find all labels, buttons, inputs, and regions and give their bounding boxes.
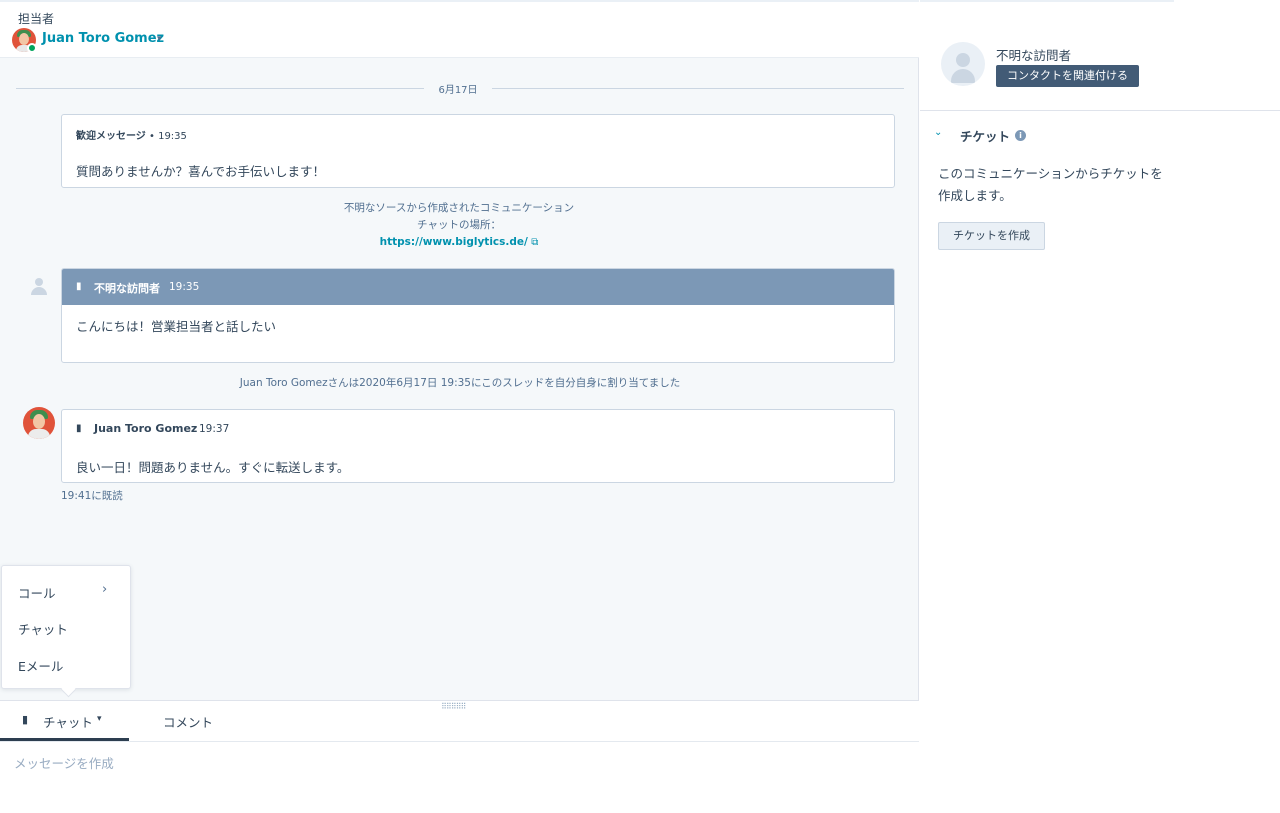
contact-name: 不明な訪問者 (996, 48, 1072, 63)
info-icon[interactable]: i (1015, 130, 1026, 141)
agent-message: ▮ Juan Toro Gomez 19:37 良い一日！問題ありません。すぐに… (61, 409, 895, 483)
read-receipt: 19:41に既読 (61, 490, 123, 502)
online-status-icon (27, 43, 37, 53)
chat-location-label: チャットの場所： (417, 219, 501, 231)
contact-sidebar: 不明な訪問者 コンタクトを関連付ける ⌄ チケット i このコミュニケーションか… (920, 0, 1280, 813)
welcome-text: 質問ありませんか？喜んでお手伝いします！ (76, 164, 326, 179)
date-label: 6月17日 (438, 85, 478, 96)
agent-avatar (23, 407, 55, 439)
welcome-time: 19:35 (158, 131, 187, 142)
message-input[interactable] (14, 752, 894, 774)
visitor-message-text: こんにちは！営業担当者と話したい (76, 319, 277, 334)
visitor-message: ▮ 不明な訪問者 19:35 こんにちは！営業担当者と話したい (61, 268, 895, 363)
tab-chat[interactable]: ▮ チャット ▾ (0, 701, 129, 741)
source-line: 不明なソースから作成されたコミュニケーション (343, 202, 575, 214)
chat-bubble-icon: ▮ (22, 713, 29, 726)
conversation-header: 担当者 Juan Toro Gomez ▾ (0, 0, 919, 58)
visitor-message-time: 19:35 (169, 281, 200, 293)
chat-location-link[interactable]: https://www.biglytics.de/ (380, 236, 528, 248)
welcome-message: 歓迎メッセージ • 19:35 質問ありませんか？喜んでお手伝いします！ (61, 114, 895, 188)
menu-pointer (60, 681, 77, 698)
welcome-meta: 歓迎メッセージ • 19:35 (76, 127, 187, 142)
chevron-right-icon[interactable]: › (102, 582, 107, 597)
conversation-pane: 担当者 Juan Toro Gomez ▾ 6月17日 歓迎メッセージ • 19… (0, 0, 919, 813)
menu-item-chat[interactable]: チャット (18, 619, 68, 638)
agent-name: Juan Toro Gomez (94, 422, 198, 435)
tab-chat-label: チャット (43, 715, 93, 730)
welcome-label: 歓迎メッセージ (76, 131, 146, 142)
agent-message-time: 19:37 (199, 423, 230, 435)
menu-item-call[interactable]: コール (18, 583, 56, 602)
chevron-down-icon[interactable]: ▾ (157, 34, 162, 44)
source-info: 不明なソースから作成されたコミュニケーション チャットの場所： https://… (259, 200, 659, 251)
owner-selector[interactable]: Juan Toro Gomez (42, 31, 164, 46)
chat-bubble-icon: ▮ (76, 281, 82, 292)
contact-avatar (941, 42, 985, 86)
sidebar-top-border (920, 0, 1174, 2)
message-composer: ⠿⠿⠿⠿⠿ ▮ チャット ▾ コメント (0, 700, 919, 813)
ticket-section-title[interactable]: チケット (960, 126, 1010, 145)
menu-item-email[interactable]: Eメール (18, 656, 63, 675)
agent-message-text: 良い一日！問題ありません。すぐに転送します。 (76, 460, 350, 475)
resize-handle-icon[interactable]: ⠿⠿⠿⠿⠿ (441, 703, 466, 711)
tab-comment[interactable]: コメント (163, 712, 213, 731)
meta-separator: • (145, 131, 159, 142)
chevron-down-icon[interactable]: ⌄ (934, 127, 942, 138)
associate-contact-button[interactable]: コンタクトを関連付ける (996, 65, 1139, 87)
channel-dropdown-menu: コール › チャット Eメール (1, 565, 131, 698)
create-ticket-button[interactable]: チケットを作成 (938, 222, 1045, 250)
visitor-name: 不明な訪問者 (94, 282, 160, 295)
assignment-note: Juan Toro Gomezさんは2020年6月17日 19:35にこのスレッ… (239, 377, 681, 389)
visitor-message-header: ▮ 不明な訪問者 19:35 (62, 269, 894, 305)
chat-bubble-icon: ▮ (76, 423, 82, 434)
external-link-icon[interactable]: ⧉ (531, 237, 538, 248)
tabs-divider (0, 741, 919, 742)
sidebar-divider (920, 110, 1280, 111)
owner-label: 担当者 (18, 12, 55, 26)
date-separator: 6月17日 (16, 80, 904, 96)
visitor-avatar (28, 276, 50, 298)
ticket-description: このコミュニケーションからチケットを作成します。 (938, 166, 1163, 203)
chevron-down-icon[interactable]: ▾ (97, 714, 102, 724)
